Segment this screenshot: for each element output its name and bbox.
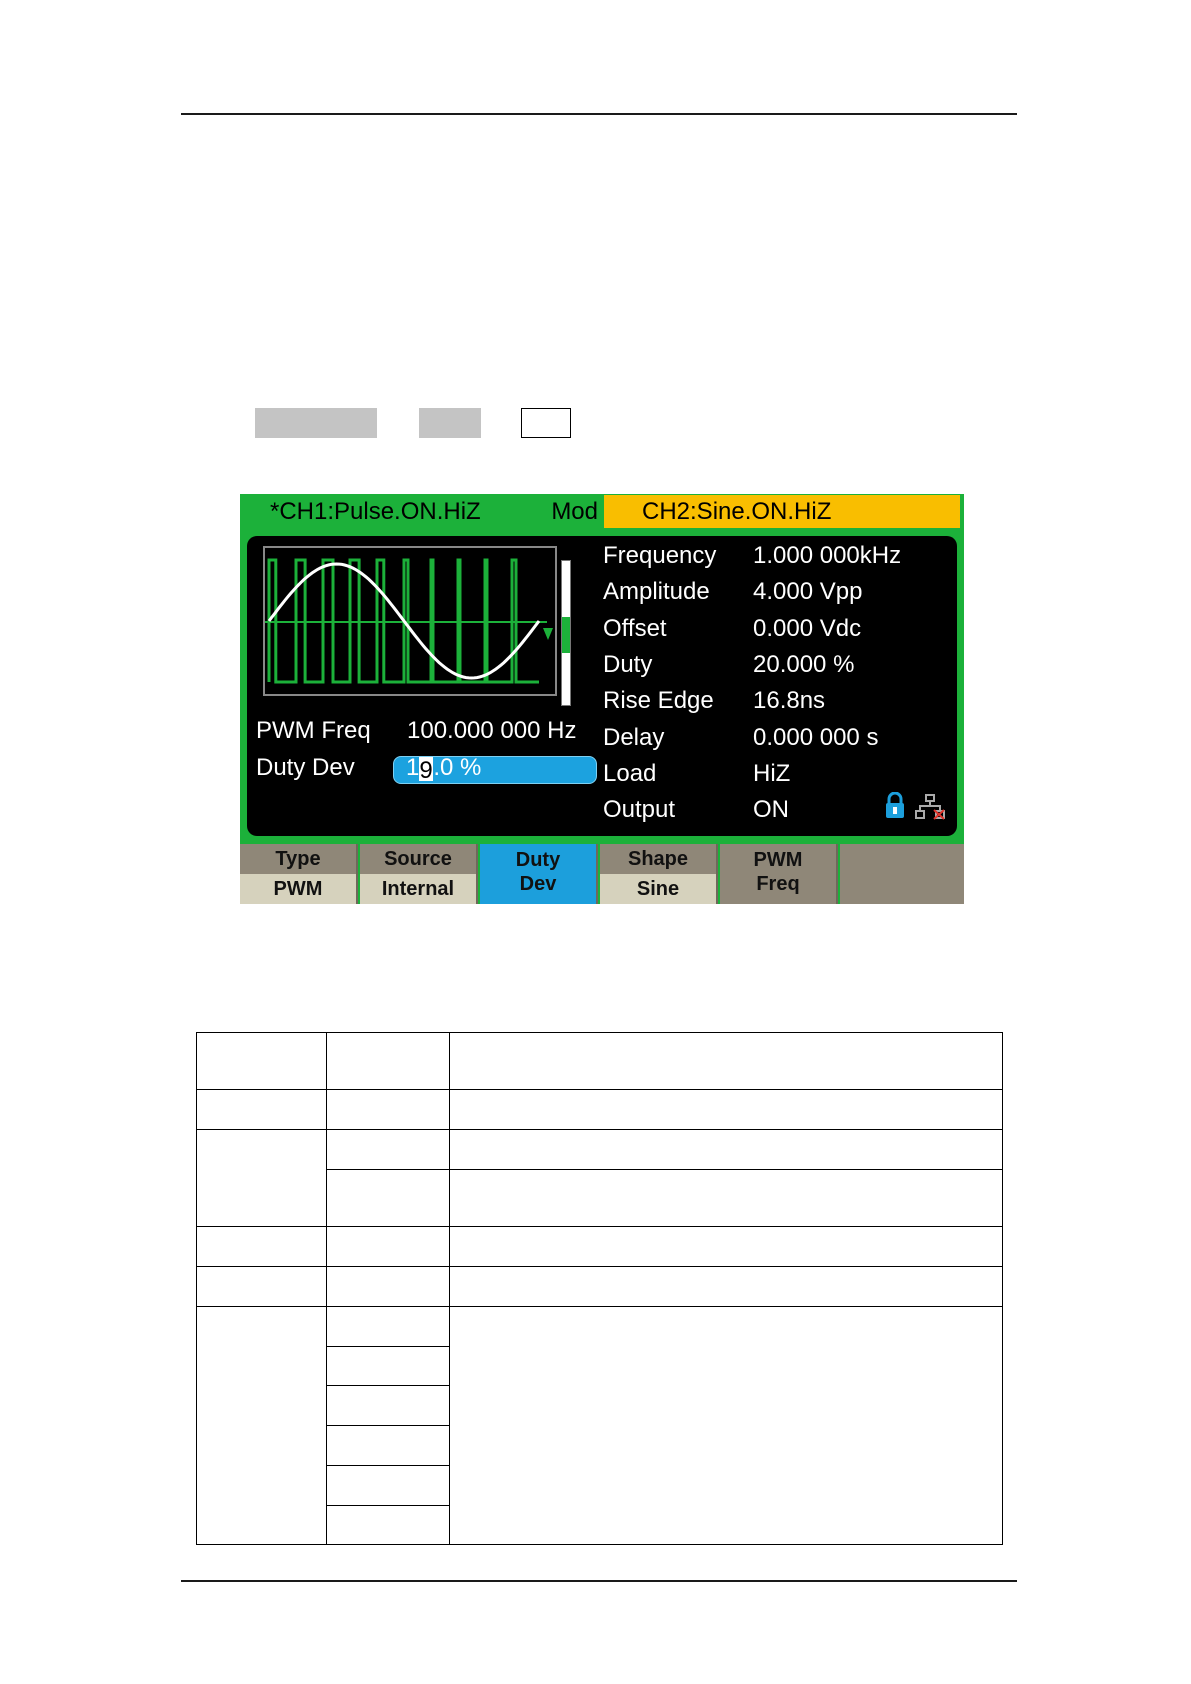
key-placeholder-2 <box>419 408 481 438</box>
param-label: Delay <box>603 723 665 751</box>
softkey-duty-dev[interactable]: Duty Dev <box>480 844 598 904</box>
softkey-source-label: Source <box>384 848 452 870</box>
softkey-shape-label: Shape <box>627 848 689 870</box>
parameter-table <box>196 1032 1003 1545</box>
ch2-tab[interactable]: CH2:Sine.ON.HiZ <box>604 495 960 528</box>
softkey-source[interactable]: Source Internal <box>360 844 478 904</box>
lock-icon <box>886 792 904 818</box>
param-value[interactable]: 20.000 % <box>753 651 854 679</box>
param-value[interactable]: 1.000 000kHz <box>753 542 901 570</box>
pwm-freq-value[interactable]: 100.000 000 Hz <box>407 717 576 745</box>
table-row <box>196 1089 1003 1130</box>
duty-dev-input[interactable]: 19.0 % <box>393 754 597 784</box>
header-rule <box>181 113 1017 115</box>
param-value[interactable]: HiZ <box>753 760 790 788</box>
softkey-shape[interactable]: Shape Sine <box>600 844 718 904</box>
softkey-pwm-freq-line1: PWM <box>753 849 803 871</box>
waveform-scrollbar[interactable] <box>561 560 571 706</box>
param-label: Amplitude <box>603 578 710 606</box>
softkey-duty-dev-line2: Dev <box>519 873 557 895</box>
softkey-source-value: Internal <box>360 874 476 904</box>
mod-label: Mod <box>551 498 598 525</box>
softkey-pwm-freq[interactable]: PWM Freq <box>720 844 838 904</box>
waveform-graph <box>265 558 553 684</box>
softkey-blank[interactable] <box>840 844 964 904</box>
softkey-type-value: PWM <box>240 874 356 904</box>
table-row <box>196 1032 1003 1090</box>
param-label: Duty <box>603 650 653 678</box>
param-value[interactable]: 16.8ns <box>753 687 825 715</box>
duty-dev-value: 19.0 % <box>406 754 482 784</box>
key-placeholder-1 <box>255 408 377 438</box>
param-value[interactable]: 0.000 000 s <box>753 724 878 752</box>
softkey-duty-dev-line1: Duty <box>515 849 561 871</box>
param-value[interactable]: 4.000 Vpp <box>753 578 862 606</box>
param-label: Frequency <box>603 542 717 569</box>
param-value[interactable]: 0.000 Vdc <box>753 615 861 643</box>
table-row <box>196 1266 1003 1307</box>
table-row <box>196 1129 1003 1227</box>
duty-dev-cursor-digit: 9 <box>419 756 434 784</box>
duty-dev-digit: 1 <box>406 754 420 781</box>
parameter-display: PWM Freq 100.000 000 Hz Duty Dev 19.0 % … <box>247 536 957 836</box>
table-row <box>196 1306 1003 1545</box>
key-placeholder-3 <box>521 408 571 438</box>
softkey-shape-value: Sine <box>600 874 716 904</box>
pwm-freq-label: PWM Freq <box>256 717 371 744</box>
network-icon <box>915 794 945 820</box>
param-label: Output <box>603 796 676 824</box>
param-value[interactable]: ON <box>753 796 789 824</box>
waveform-scrollbar-thumb[interactable] <box>562 617 570 653</box>
softkey-type[interactable]: Type PWM <box>240 844 358 904</box>
param-label: Load <box>603 759 657 787</box>
softkey-type-label: Type <box>275 848 321 870</box>
trigger-marker-icon <box>543 628 553 640</box>
table-row <box>196 1226 1003 1267</box>
softkey-pwm-freq-line2: Freq <box>756 873 800 895</box>
footer-rule <box>181 1580 1017 1582</box>
param-label: Rise Edge <box>603 687 714 715</box>
param-label: Offset <box>603 614 667 642</box>
waveform-preview <box>263 546 571 706</box>
instrument-screen: *CH1:Pulse.ON.HiZ Mod CH2:Sine.ON.HiZ PW… <box>240 494 964 904</box>
duty-dev-suffix: .0 % <box>433 754 482 781</box>
duty-dev-label: Duty Dev <box>256 754 355 781</box>
softkey-bar: Type PWM Source Internal Duty Dev Shape … <box>240 844 964 904</box>
